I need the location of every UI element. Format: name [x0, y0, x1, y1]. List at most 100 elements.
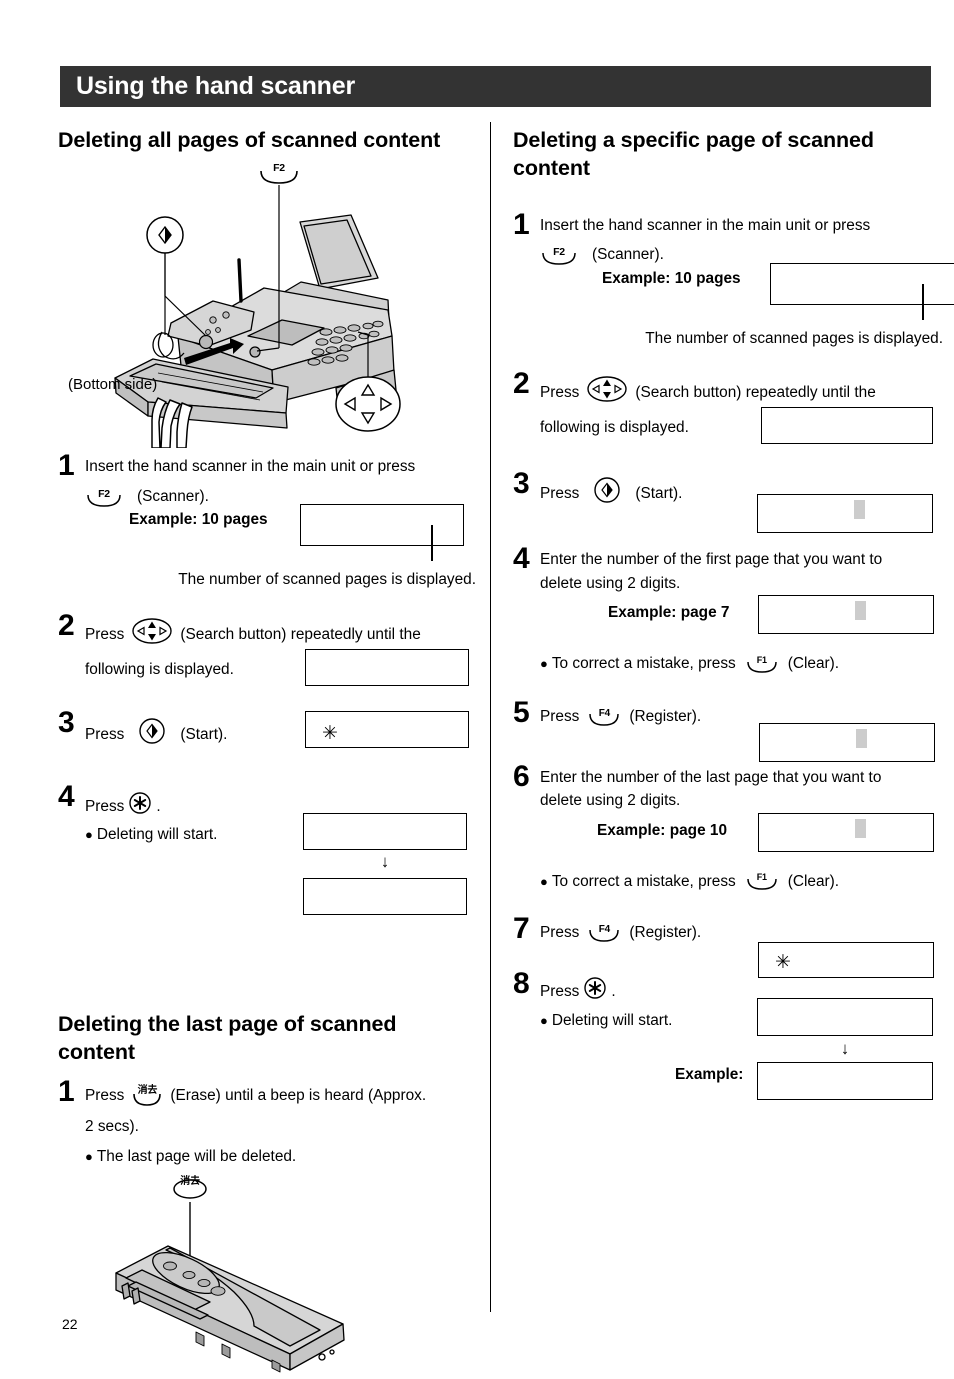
bullet-dot: ● [540, 873, 548, 889]
bullet-dot: ● [85, 1149, 93, 1165]
left-step-4-lcd-1 [303, 812, 467, 850]
left-step-1: 1 Insert the hand scanner in the main un… [58, 449, 476, 591]
lcd-leader-tick [922, 283, 924, 320]
right-step-6-text2: delete using 2 digits. [540, 792, 681, 810]
left-step-2-search-button-icon[interactable] [131, 617, 173, 652]
right-step-4-example-label: Example: page 7 [608, 604, 730, 621]
left-step-1-f2-keycap[interactable]: F2 [85, 488, 123, 508]
right-step-4-f1-label: F1 [756, 654, 767, 665]
right-step-4-bullet-pre: To correct a mistake, press [551, 655, 736, 672]
left-step-2-text2: (Search button) repeatedly until the [180, 625, 421, 643]
right-step-6-f1-keycap[interactable]: F1 [745, 872, 779, 891]
start-button-icon [139, 718, 166, 745]
left-s2-step-1: 1 Press 消去 (Erase) until a beep is heard… [58, 1077, 476, 1168]
section-title-deleting-specific-page: Deleting a specific page of scanned cont… [513, 128, 874, 181]
left-step-1-example-label: Example: 10 pages [129, 511, 268, 529]
left-step-2-press-label: Press [85, 625, 125, 643]
right-step-4-f1-keycap[interactable]: F1 [745, 655, 779, 674]
right-step-3-press-label: Press [540, 484, 580, 502]
right-step-3: 3 Press (Start). [513, 468, 943, 533]
right-step-8-lcd-1 [757, 998, 933, 1037]
left-s2-step-1-text3: 2 secs). [85, 1117, 139, 1135]
page-number: 22 [62, 1316, 78, 1332]
left-step-3-start-button-icon[interactable] [138, 717, 166, 752]
section-title-deleting-last-page: Deleting the last page of scanned conten… [58, 1011, 397, 1064]
left-s2-erase-label: 消去 [137, 1085, 158, 1096]
left-step-2: 2 Press (Search button) repeatedly until… [58, 610, 476, 686]
right-step-6-f1-label: F1 [756, 872, 767, 883]
lcd-cursor-block [855, 601, 866, 620]
left-step-4-press-label: Press [85, 797, 125, 815]
right-step-8-text2: . [611, 983, 616, 1001]
illustration-f2-label: F2 [273, 162, 285, 175]
right-step-6-bullet-post: (Clear). [787, 872, 840, 890]
right-step-4-lcd [758, 595, 934, 634]
left-s2-step-1-bullet: ● The last page will be deleted. [85, 1146, 476, 1168]
right-step-1-f2-keycap[interactable]: F2 [540, 246, 578, 266]
left-step-2-lcd [305, 648, 469, 686]
right-step-2: 2 Press (Search button) repeatedly until… [513, 368, 943, 444]
right-step-7-f4-label: F4 [598, 923, 610, 935]
section-title-deleting-all-pages: Deleting all pages of scanned content [58, 128, 441, 152]
right-step-5-text2: (Register). [629, 708, 702, 726]
right-step-7-lcd-text: ✳ [775, 951, 791, 973]
right-step-4: 4 Enter the number of the first page tha… [513, 542, 943, 675]
right-step-3-start-button-icon[interactable] [593, 476, 621, 511]
right-step-1: 1 Insert the hand scanner in the main un… [513, 207, 954, 350]
left-step-3: 3 Press (Start). ✳ [58, 706, 476, 752]
left-step-1-note: The number of scanned pages is displayed… [178, 571, 476, 589]
hand-scanner-erase-label: 消去 [180, 1176, 200, 1188]
right-step-4-number: 4 [513, 542, 530, 576]
right-column: Deleting a specific page of scanned cont… [513, 126, 954, 1101]
right-step-6-lcd [758, 812, 934, 852]
bullet-dot: ● [540, 1012, 548, 1028]
left-step-3-lcd-text: ✳ [322, 723, 338, 745]
left-step-4-bullet-text: Deleting will start. [96, 826, 218, 844]
right-step-4-bullet-post: (Clear). [787, 655, 840, 672]
left-s2-erase-keycap[interactable]: 消去 [130, 1085, 164, 1107]
right-step-6-bullet-pre: To correct a mistake, press [551, 872, 736, 890]
left-step-3-number: 3 [58, 706, 75, 740]
right-step-1-lcd [770, 262, 954, 320]
right-step-5-press-label: Press [540, 708, 580, 726]
left-step-3-press-label: Press [85, 726, 125, 744]
right-step-6-number: 6 [513, 759, 530, 793]
left-column: Deleting all pages of scanned content F2 [58, 126, 476, 1374]
right-step-1-number: 1 [513, 207, 530, 241]
right-step-5-f4-keycap[interactable]: F4 [587, 707, 621, 727]
right-step-8-example-label: Example: [675, 1066, 744, 1084]
left-step-4-lcd-2 [303, 877, 467, 915]
right-step-2-search-button-icon[interactable] [586, 375, 628, 410]
left-step-3-lcd: ✳ [305, 711, 469, 749]
asterisk-button-icon [584, 977, 607, 999]
right-step-6-bullet: ● To correct a mistake, press F1 (Clear)… [540, 871, 943, 893]
right-step-8-lcd-2 [757, 1062, 933, 1101]
right-step-8-number: 8 [513, 967, 530, 1001]
left-step-4-arrow: ↓ [380, 851, 390, 871]
bottom-side-caption: (Bottom side) [68, 376, 158, 394]
right-step-8-asterisk-button-icon[interactable] [583, 976, 607, 1007]
right-step-2-lcd [761, 406, 933, 444]
right-step-8-bullet-text: Deleting will start. [551, 1011, 673, 1029]
hand-scanner-svg [115, 1202, 345, 1373]
fax-illustration-svg [114, 185, 401, 450]
fax-machine-illustration: F2 (Bottom side) [58, 160, 476, 450]
left-step-1-number: 1 [58, 449, 75, 483]
right-step-7: 7 Press F4 (Register). ✳ [513, 911, 943, 978]
left-step-1-key-caption: (Scanner). [137, 487, 209, 505]
lcd-cursor-block [855, 818, 866, 838]
right-step-8-press-label: Press [540, 983, 580, 1001]
left-step-4-asterisk-button-icon[interactable] [128, 791, 152, 822]
illustration-f2-keycap: F2 [258, 162, 300, 185]
right-step-5-lcd [759, 723, 935, 763]
page-title: Using the hand scanner [76, 72, 355, 100]
hand-scanner-illustration: 消去 [58, 1174, 476, 1374]
asterisk-button-icon [129, 792, 152, 814]
column-divider [490, 122, 491, 1312]
right-step-7-f4-keycap[interactable]: F4 [587, 923, 621, 943]
right-step-1-note: The number of scanned pages is displayed… [645, 329, 943, 347]
right-step-7-number: 7 [513, 911, 530, 945]
right-step-6-text1: Enter the number of the last page that y… [540, 768, 882, 786]
left-step-4-text2: . [156, 797, 161, 815]
left-step-1-f2-label: F2 [98, 487, 110, 500]
